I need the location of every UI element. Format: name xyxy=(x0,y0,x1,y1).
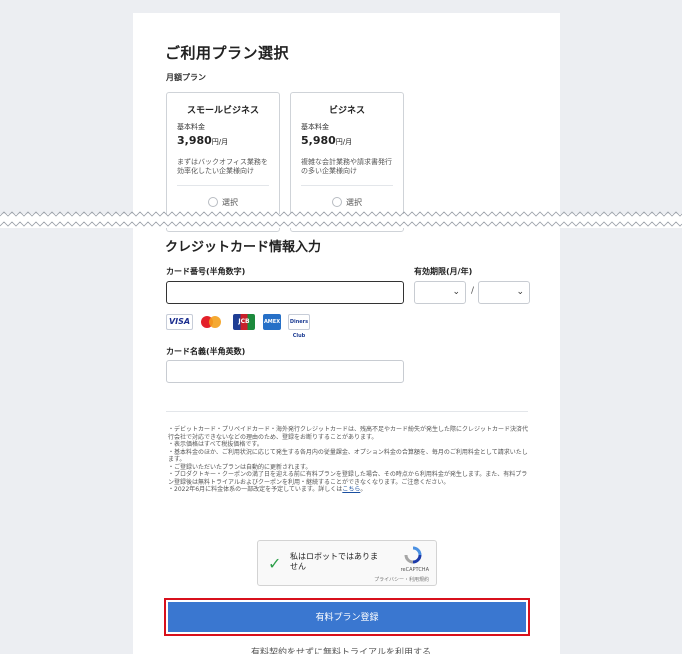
expiry-separator: / xyxy=(471,286,475,296)
plan-price: 5,980円/月 xyxy=(301,134,352,147)
note-item: ・表示価格はすべて税抜価格です。 xyxy=(168,441,263,448)
card-number-label: カード番号(半角数字) xyxy=(166,267,246,276)
chevron-down-icon: ⌄ xyxy=(516,287,524,297)
recaptcha-text: 私はロボットではありません xyxy=(290,552,378,571)
plan-price-unit: 円/月 xyxy=(211,138,229,146)
expiry-year-select[interactable]: ⌄ xyxy=(478,281,530,304)
plan-price-value: 3,980 xyxy=(177,134,212,147)
recaptcha-logo-icon xyxy=(404,546,422,564)
plan-select-radio[interactable]: 選択 xyxy=(167,197,279,208)
chevron-down-icon: ⌄ xyxy=(452,287,460,297)
screenshot-break-zigzag xyxy=(0,211,682,228)
section-divider xyxy=(166,411,528,412)
plan-divider xyxy=(177,185,269,186)
diners-club-icon: Diners Club xyxy=(288,314,310,339)
plan-price-label: 基本料金 xyxy=(301,123,329,131)
recaptcha-privacy-link[interactable]: プライバシー・利用規約 xyxy=(374,576,429,583)
checkmark-icon[interactable]: ✓ xyxy=(268,554,281,573)
mastercard-icon xyxy=(201,314,225,330)
card-section-title: クレジットカード情報入力 xyxy=(165,240,322,255)
amex-icon: AMEX xyxy=(263,314,281,330)
note-text: ・2022年6月に料金体系の一部改定を予定しています。詳しくは xyxy=(168,486,343,493)
plan-name: ビジネス xyxy=(328,106,365,116)
recaptcha-brand: reCAPTCHA xyxy=(400,567,429,573)
register-paid-plan-button[interactable]: 有料プラン登録 xyxy=(168,602,526,632)
free-trial-link[interactable]: 有料契約をせずに無料トライアルを利用する xyxy=(0,645,682,654)
plan-section-subtitle: 月額プラン xyxy=(166,73,206,82)
radio-icon[interactable] xyxy=(208,197,218,207)
plan-price-value: 5,980 xyxy=(301,134,336,147)
note-item: ・基本料金のほか、ご利用状況に応じて発生する各月内の従量課金、オプション料金の合… xyxy=(168,448,528,464)
radio-icon[interactable] xyxy=(332,197,342,207)
note-item: ・デビットカード・プリペイドカード・海外発行クレジットカードは、残高不足やカード… xyxy=(168,426,529,441)
plan-price-label: 基本料金 xyxy=(177,123,205,131)
plan-price: 3,980円/月 xyxy=(177,134,228,147)
expiry-month-select[interactable]: ⌄ xyxy=(414,281,466,304)
plan-section-title: ご利用プラン選択 xyxy=(165,44,290,62)
plan-divider xyxy=(301,185,393,186)
note-text-end: 。 xyxy=(360,486,367,493)
card-name-input[interactable] xyxy=(166,360,404,383)
plan-price-unit: 円/月 xyxy=(335,138,353,146)
plan-select-radio[interactable]: 選択 xyxy=(291,197,403,208)
plan-select-label: 選択 xyxy=(222,198,238,207)
notes-list: ・デビットカード・プリペイドカード・海外発行クレジットカードは、残高不足やカード… xyxy=(168,426,528,494)
recaptcha-widget[interactable]: ✓ 私はロボットではありません reCAPTCHA プライバシー・利用規約 xyxy=(257,540,437,586)
note-item: ・ご登録いただいたプランは自動的に更新されます。 xyxy=(168,463,312,471)
note-item: ・プロダクトキー・クーポンの満了日を迎える前に有料プランを登録した場合、その時点… xyxy=(168,471,528,486)
plan-description: まずはバックオフィス業務を効率化したい企業様向け xyxy=(177,158,268,175)
mastercard-orange-circle xyxy=(209,316,221,328)
expiry-label: 有効期限(月/年) xyxy=(414,267,473,276)
details-link[interactable]: こちら xyxy=(342,486,360,493)
plan-description: 複雑な会計業務や請求書発行の多い企業様向け xyxy=(301,158,392,175)
plan-name: スモールビジネス xyxy=(186,106,259,116)
card-number-input[interactable] xyxy=(166,281,404,304)
jcb-icon: JCB xyxy=(233,314,255,330)
note-item: ・2022年6月に料金体系の一部改定を予定しています。詳しくはこちら。 xyxy=(168,486,528,494)
visa-icon: VISA xyxy=(166,314,193,330)
card-name-label: カード名義(半角英数) xyxy=(166,347,246,356)
plan-select-label: 選択 xyxy=(346,198,362,207)
submit-highlight: 有料プラン登録 xyxy=(164,598,530,636)
